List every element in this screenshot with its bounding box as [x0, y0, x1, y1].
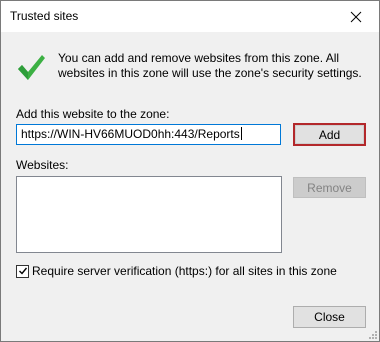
window-title: Trusted sites [10, 9, 79, 23]
text-caret [240, 127, 242, 140]
close-window-button[interactable] [333, 1, 379, 32]
add-button[interactable]: Add [293, 123, 366, 146]
add-button-label: Add [295, 125, 364, 144]
websites-list[interactable] [16, 176, 282, 253]
remove-button-label: Remove [307, 180, 352, 195]
server-verification-checkbox[interactable] [16, 264, 29, 278]
checkmark-icon [18, 55, 45, 80]
server-verification-label: Require server verification (https:) for… [32, 264, 337, 278]
info-area: You can add and remove websites from thi… [1, 32, 379, 102]
resize-grip-icon[interactable] [367, 329, 377, 339]
website-url-input[interactable]: https://WIN-HV66MUOD0hh:443/Reports [16, 124, 281, 145]
close-button-label: Close [314, 310, 345, 324]
checkbox-check-icon [18, 267, 27, 275]
server-verification-row[interactable]: Require server verification (https:) for… [16, 264, 337, 278]
website-url-value: https://WIN-HV66MUOD0hh:443/Reports [21, 127, 240, 141]
close-icon [350, 11, 362, 22]
add-website-label: Add this website to the zone: [16, 107, 170, 121]
trusted-sites-dialog: Trusted sites You can add and remove web… [0, 0, 380, 342]
info-message: You can add and remove websites from thi… [58, 51, 362, 80]
close-button[interactable]: Close [293, 306, 366, 328]
websites-label: Websites: [16, 158, 69, 172]
remove-button[interactable]: Remove [293, 177, 366, 198]
title-bar: Trusted sites [1, 1, 379, 32]
